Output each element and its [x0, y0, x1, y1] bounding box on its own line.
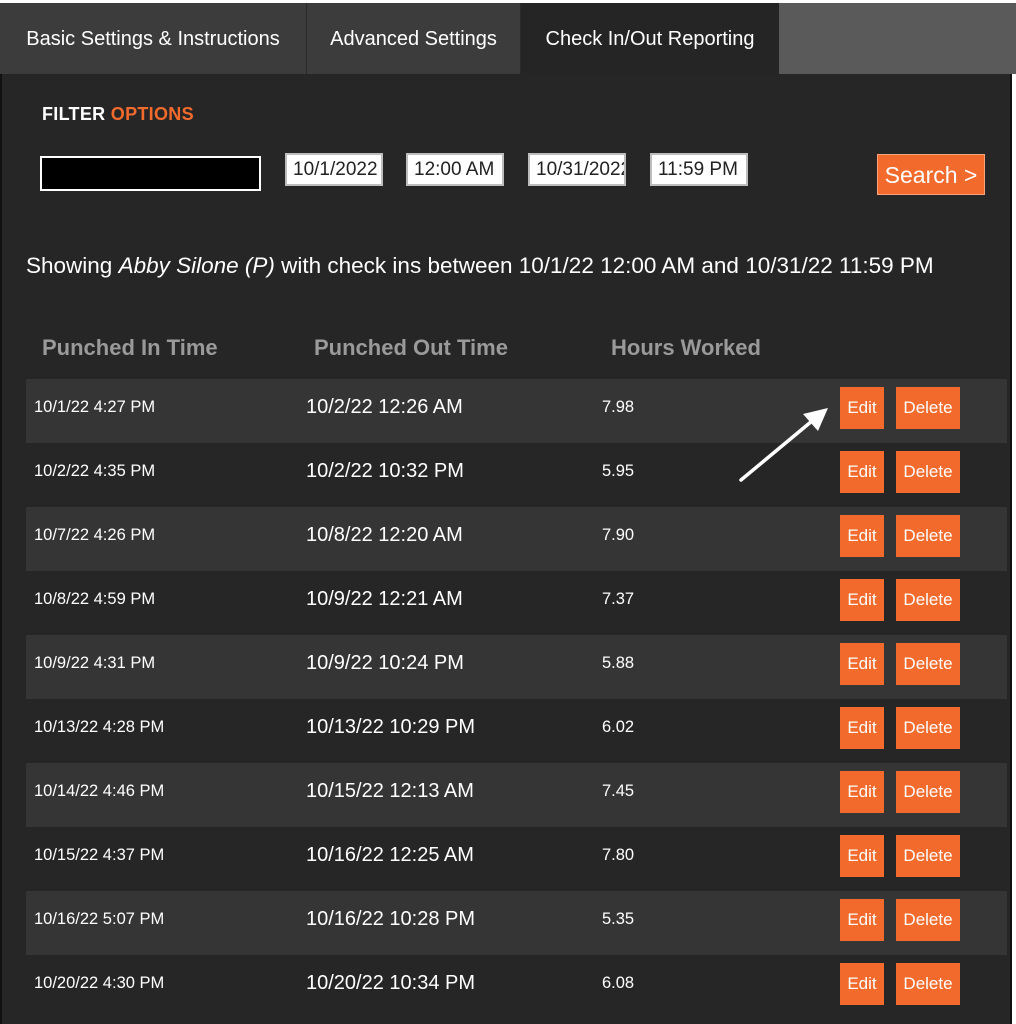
- delete-button[interactable]: Delete: [896, 707, 960, 749]
- edit-button[interactable]: Edit: [840, 387, 884, 429]
- edit-button[interactable]: Edit: [840, 643, 884, 685]
- table-row: 10/7/22 4:26 PM 10/8/22 12:20 AM 7.90 Ed…: [26, 507, 1007, 571]
- start-time-input[interactable]: 12:00 AM: [406, 153, 504, 186]
- delete-button[interactable]: Delete: [896, 899, 960, 941]
- search-button[interactable]: Search >: [877, 154, 985, 195]
- edit-button[interactable]: Edit: [840, 579, 884, 621]
- edit-button[interactable]: Edit: [840, 835, 884, 877]
- results-summary: Showing Abby Silone (P) with check ins b…: [26, 253, 934, 279]
- edit-button[interactable]: Edit: [840, 707, 884, 749]
- hours-worked-cell: 5.35: [602, 910, 635, 928]
- hours-worked-cell: 7.37: [602, 590, 635, 608]
- filter-title-main: FILTER: [42, 104, 111, 124]
- punched-out-cell: 10/2/22 10:32 PM: [306, 460, 464, 482]
- employee-name-input[interactable]: [40, 156, 261, 191]
- punched-out-cell: 10/8/22 12:20 AM: [306, 524, 463, 546]
- summary-employee: Abby Silone (P): [118, 253, 275, 278]
- delete-button[interactable]: Delete: [896, 387, 960, 429]
- header-punched-in: Punched In Time: [42, 335, 218, 360]
- punched-in-cell: 10/14/22 4:46 PM: [34, 782, 165, 800]
- edit-button[interactable]: Edit: [840, 451, 884, 493]
- edit-button[interactable]: Edit: [840, 899, 884, 941]
- punched-out-cell: 10/9/22 12:21 AM: [306, 588, 463, 610]
- tab-basic-settings[interactable]: Basic Settings & Instructions: [0, 3, 307, 74]
- delete-button[interactable]: Delete: [896, 451, 960, 493]
- punched-out-cell: 10/16/22 12:25 AM: [306, 844, 474, 866]
- header-punched-out: Punched Out Time: [314, 335, 508, 360]
- punched-out-cell: 10/2/22 12:26 AM: [306, 396, 463, 418]
- punched-in-cell: 10/20/22 4:30 PM: [34, 974, 165, 992]
- table-row: 10/14/22 4:46 PM 10/15/22 12:13 AM 7.45 …: [26, 763, 1007, 827]
- punched-in-cell: 10/15/22 4:37 PM: [34, 846, 165, 864]
- punched-in-cell: 10/9/22 4:31 PM: [34, 654, 156, 672]
- hours-worked-cell: 7.98: [602, 398, 635, 416]
- hours-worked-cell: 7.45: [602, 782, 635, 800]
- delete-button[interactable]: Delete: [896, 515, 960, 557]
- delete-button[interactable]: Delete: [896, 643, 960, 685]
- punched-out-cell: 10/15/22 12:13 AM: [306, 780, 474, 802]
- table-row: 10/9/22 4:31 PM 10/9/22 10:24 PM 5.88 Ed…: [26, 635, 1007, 699]
- tab-advanced-settings[interactable]: Advanced Settings: [307, 3, 521, 74]
- table-row: 10/16/22 5:07 PM 10/16/22 10:28 PM 5.35 …: [26, 891, 1007, 955]
- table-row: 10/13/22 4:28 PM 10/13/22 10:29 PM 6.02 …: [26, 699, 1007, 763]
- punched-out-cell: 10/9/22 10:24 PM: [306, 652, 464, 674]
- punched-out-cell: 10/20/22 10:34 PM: [306, 972, 476, 994]
- table-row: 10/1/22 4:27 PM 10/2/22 12:26 AM 7.98 Ed…: [26, 379, 1007, 443]
- punched-in-cell: 10/16/22 5:07 PM: [34, 910, 165, 928]
- summary-prefix: Showing: [26, 253, 119, 278]
- tab-check-in-out-reporting[interactable]: Check In/Out Reporting: [521, 3, 779, 74]
- filter-options-title: FILTER OPTIONS: [42, 104, 194, 125]
- table-row: 10/20/22 4:30 PM 10/20/22 10:34 PM 6.08 …: [26, 955, 1007, 1019]
- delete-button[interactable]: Delete: [896, 963, 960, 1005]
- hours-worked-cell: 7.80: [602, 846, 635, 864]
- punched-in-cell: 10/7/22 4:26 PM: [34, 526, 156, 544]
- summary-suffix: with check ins between 10/1/22 12:00 AM …: [274, 253, 934, 278]
- hours-worked-cell: 6.02: [602, 718, 635, 736]
- end-time-input[interactable]: 11:59 PM: [650, 153, 748, 186]
- filter-title-accent: OPTIONS: [110, 104, 194, 124]
- table-row: 10/2/22 4:35 PM 10/2/22 10:32 PM 5.95 Ed…: [26, 443, 1007, 507]
- delete-button[interactable]: Delete: [896, 579, 960, 621]
- punched-in-cell: 10/13/22 4:28 PM: [34, 718, 165, 736]
- hours-worked-cell: 7.90: [602, 526, 635, 544]
- header-hours-worked: Hours Worked: [611, 335, 761, 360]
- punched-in-cell: 10/1/22 4:27 PM: [34, 398, 156, 416]
- edit-button[interactable]: Edit: [840, 771, 884, 813]
- punched-out-cell: 10/13/22 10:29 PM: [306, 716, 476, 738]
- punched-in-cell: 10/8/22 4:59 PM: [34, 590, 156, 608]
- end-date-input[interactable]: 10/31/2022: [528, 153, 626, 186]
- delete-button[interactable]: Delete: [896, 771, 960, 813]
- hours-worked-cell: 6.08: [602, 974, 635, 992]
- edit-button[interactable]: Edit: [840, 963, 884, 1005]
- punched-in-cell: 10/2/22 4:35 PM: [34, 462, 156, 480]
- start-date-input[interactable]: 10/1/2022: [285, 153, 383, 186]
- delete-button[interactable]: Delete: [896, 835, 960, 877]
- table-row: 10/8/22 4:59 PM 10/9/22 12:21 AM 7.37 Ed…: [26, 571, 1007, 635]
- edit-button[interactable]: Edit: [840, 515, 884, 557]
- hours-worked-cell: 5.88: [602, 654, 635, 672]
- hours-worked-cell: 5.95: [602, 462, 635, 480]
- table-row: 10/15/22 4:37 PM 10/16/22 12:25 AM 7.80 …: [26, 827, 1007, 891]
- punched-out-cell: 10/16/22 10:28 PM: [306, 908, 476, 930]
- tab-bar: Basic Settings & Instructions Advanced S…: [0, 0, 1016, 74]
